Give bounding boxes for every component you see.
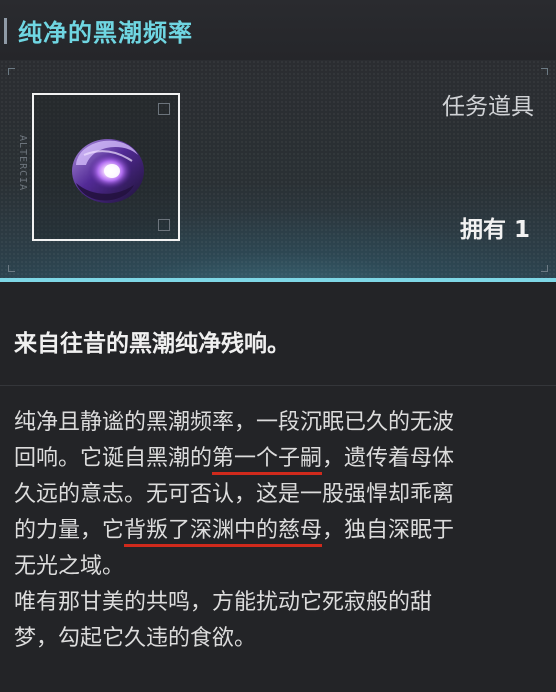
description-line: 久远的意志。无可否认，这是一股强悍却乖离 [14,482,455,507]
divider [0,385,556,386]
frame-deco-text: ALTERCIA [17,135,28,192]
corner-mark [8,265,15,272]
item-type-label: 任务道具 [442,94,534,120]
header-accent-bar [4,18,7,44]
description-line: 无光之域。 [14,554,125,579]
description-line: 的力量，它背叛了深渊中的慈母，独自深眠于 [14,513,544,549]
frame-deco-square [158,103,170,115]
item-icon-frame[interactable]: ALTERCIA [17,93,180,241]
item-owned-count: 拥有 1 [459,217,530,243]
item-description: 纯净且静谧的黑潮频率，一段沉眠已久的无波 回响。它诞自黑潮的第一个子嗣，遗传着母… [14,405,544,657]
description-line: 梦，勾起它久违的食欲。 [14,626,257,651]
panel-header: 纯净的黑潮频率 [0,0,556,60]
corner-mark [541,265,548,272]
description-line: 纯净且静谧的黑潮频率，一段沉眠已久的无波 [14,410,455,435]
highlighted-phrase: 背叛了深渊中的慈母 [124,518,323,547]
accent-line [0,278,556,282]
description-line: 回响。它诞自黑潮的第一个子嗣，遗传着母体 [14,441,544,477]
description-line: 唯有那甘美的共鸣，方能扰动它死寂般的甜 [14,590,433,615]
frame-deco-square [158,219,170,231]
description-text: ，遗传着母体 [322,446,455,471]
description-text: ，独自深眠于 [322,518,455,543]
item-showcase: ALTERCIA 任务道具 拥有 1 [0,60,556,282]
item-subtitle: 来自往昔的黑潮纯净残响。 [14,331,290,357]
item-detail-panel: 纯净的黑潮频率 ALTERCIA 任务道具 拥有 1 来自往昔的黑潮纯净残响。 … [0,0,556,692]
highlighted-phrase: 第一个子嗣 [212,446,323,475]
corner-mark [8,68,15,75]
item-title: 纯净的黑潮频率 [18,19,193,47]
dark-tide-orb-icon [72,139,144,203]
corner-mark [541,68,548,75]
description-text: 的力量，它 [14,518,125,543]
description-text: 回响。它诞自黑潮的 [14,446,213,471]
